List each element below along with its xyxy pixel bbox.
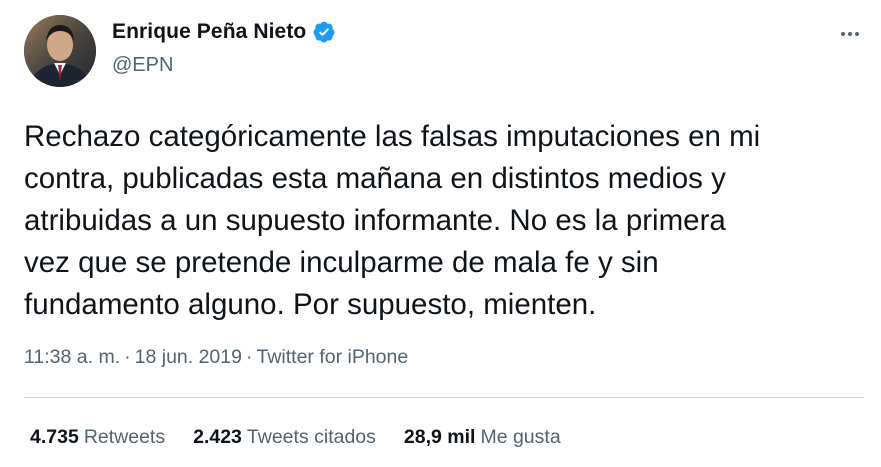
tweet-meta: 11:38 a. m. · 18 jun. 2019 · Twitter for iPh… xyxy=(24,346,408,369)
retweets-stat[interactable]: 4.735 Retweets xyxy=(30,426,165,449)
tweet-source[interactable]: Twitter for iPhone xyxy=(256,346,408,368)
likes-count: 28,9 mil xyxy=(403,426,476,448)
more-dot xyxy=(855,32,859,36)
quotes-stat[interactable]: 2.423 Tweets citados xyxy=(193,426,376,449)
likes-stat[interactable]: 28,9 mil Me gusta xyxy=(404,426,561,449)
meta-separator: · xyxy=(245,346,253,368)
tweet-date[interactable]: 18 jun. 2019 xyxy=(135,346,242,368)
verified-badge-icon xyxy=(312,20,336,44)
avatar[interactable] xyxy=(24,15,96,87)
author-handle[interactable]: @EPN xyxy=(112,54,173,77)
likes-label: Me gusta xyxy=(480,426,561,448)
quotes-count: 2.423 xyxy=(193,426,242,448)
quotes-label: Tweets citados xyxy=(246,426,376,448)
tweet-stats: 4.735 Retweets 2.423 Tweets citados 28,9 m… xyxy=(30,426,589,449)
meta-separator: · xyxy=(124,346,131,368)
divider xyxy=(24,397,864,398)
retweets-count: 4.735 xyxy=(30,426,79,448)
more-options-icon[interactable] xyxy=(834,22,866,46)
author-display-name[interactable]: Enrique Peña Nieto xyxy=(112,20,306,44)
author-name-row: Enrique Peña Nieto xyxy=(112,20,336,44)
tweet-time[interactable]: 11:38 a. m. xyxy=(24,346,120,368)
tweet-text: Rechazo categóricamente las falsas imput… xyxy=(24,120,761,321)
more-dot xyxy=(848,32,852,36)
tweet-card: Enrique Peña Nieto @EPN Rechazo categóri… xyxy=(0,0,881,467)
retweets-label: Retweets xyxy=(83,426,166,448)
more-dot xyxy=(841,32,845,36)
